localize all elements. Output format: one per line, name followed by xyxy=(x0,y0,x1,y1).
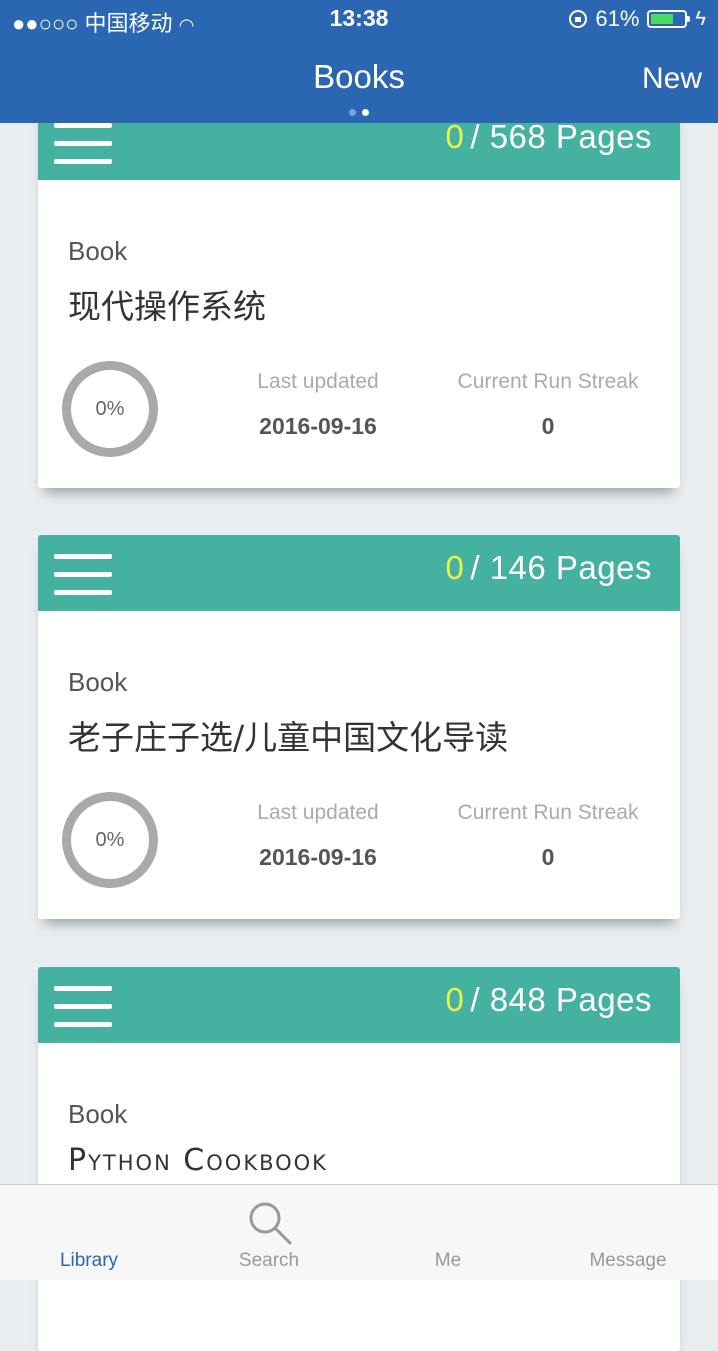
new-button[interactable]: New xyxy=(642,62,702,96)
progress-percent: 0% xyxy=(95,397,125,420)
book-title: 现代操作系统 xyxy=(68,287,266,326)
menu-icon[interactable] xyxy=(54,115,112,171)
total-pages: / 146 Pages xyxy=(470,549,652,586)
charging-icon: ϟ xyxy=(695,7,706,30)
current-page: 0 xyxy=(445,981,465,1018)
battery-percent: 61% xyxy=(595,6,640,31)
streak-label: Current Run Streak xyxy=(457,801,639,824)
progress-percent: 0% xyxy=(95,828,125,851)
book-card[interactable]: 0/ 568 Pages Book 现代操作系统 0% Last updated… xyxy=(38,104,680,488)
page-dot xyxy=(349,109,356,116)
last-updated-label: Last updated xyxy=(257,370,379,393)
book-card-header: 0/ 146 Pages xyxy=(38,535,680,611)
last-updated-value: 2016-09-16 xyxy=(259,413,377,439)
rotation-lock-icon xyxy=(569,10,588,28)
tab-message[interactable]: Message xyxy=(558,1250,698,1272)
book-title: 老子庄子选/儿童中国文化导读 xyxy=(68,718,509,757)
book-card[interactable]: 0/ 146 Pages Book 老子庄子选/儿童中国文化导读 0% Last… xyxy=(38,535,680,919)
book-category: Book xyxy=(68,667,128,697)
search-icon[interactable] xyxy=(246,1199,294,1247)
page-progress: 0/ 568 Pages xyxy=(446,118,653,156)
page-title: Books xyxy=(313,58,405,95)
page-indicator xyxy=(0,103,718,121)
streak-label: Current Run Streak xyxy=(457,370,639,393)
total-pages: / 568 Pages xyxy=(470,118,652,155)
page-progress: 0/ 146 Pages xyxy=(446,549,653,587)
battery-icon xyxy=(647,10,691,28)
streak-value: 0 xyxy=(541,413,555,439)
streak-value: 0 xyxy=(541,844,555,870)
progress-ring: 0% xyxy=(62,792,158,888)
total-pages: / 848 Pages xyxy=(470,981,652,1018)
menu-icon[interactable] xyxy=(54,978,112,1034)
status-bar: ●●○○○ 中国移动 ◠ 13:38 61% ϟ xyxy=(0,0,718,40)
page-dot-active xyxy=(362,109,369,116)
last-updated-value: 2016-09-16 xyxy=(259,844,377,870)
last-updated-label: Last updated xyxy=(257,801,379,824)
book-title: Python Cookbook xyxy=(68,1143,328,1178)
page-progress: 0/ 848 Pages xyxy=(446,981,653,1019)
tab-me[interactable]: Me xyxy=(378,1250,518,1272)
menu-icon[interactable] xyxy=(54,546,112,602)
book-category: Book xyxy=(68,236,128,266)
current-page: 0 xyxy=(445,549,465,586)
status-right: 61% ϟ xyxy=(569,6,706,32)
tab-bar: Library Search Me Message xyxy=(0,1184,718,1280)
book-card-header: 0/ 848 Pages xyxy=(38,967,680,1043)
book-category: Book xyxy=(68,1099,128,1129)
tab-search[interactable]: Search xyxy=(199,1250,339,1272)
progress-ring: 0% xyxy=(62,361,158,457)
book-card[interactable]: 0/ 848 Pages Book Python Cookbook xyxy=(38,967,680,1351)
top-bar: ●●○○○ 中国移动 ◠ 13:38 61% ϟ Books New xyxy=(0,0,718,123)
current-page: 0 xyxy=(445,118,465,155)
book-card-body: Book 现代操作系统 0% Last updated 2016-09-16 C… xyxy=(38,180,680,488)
tab-library[interactable]: Library xyxy=(19,1250,159,1272)
book-card-body: Book 老子庄子选/儿童中国文化导读 0% Last updated 2016… xyxy=(38,611,680,919)
